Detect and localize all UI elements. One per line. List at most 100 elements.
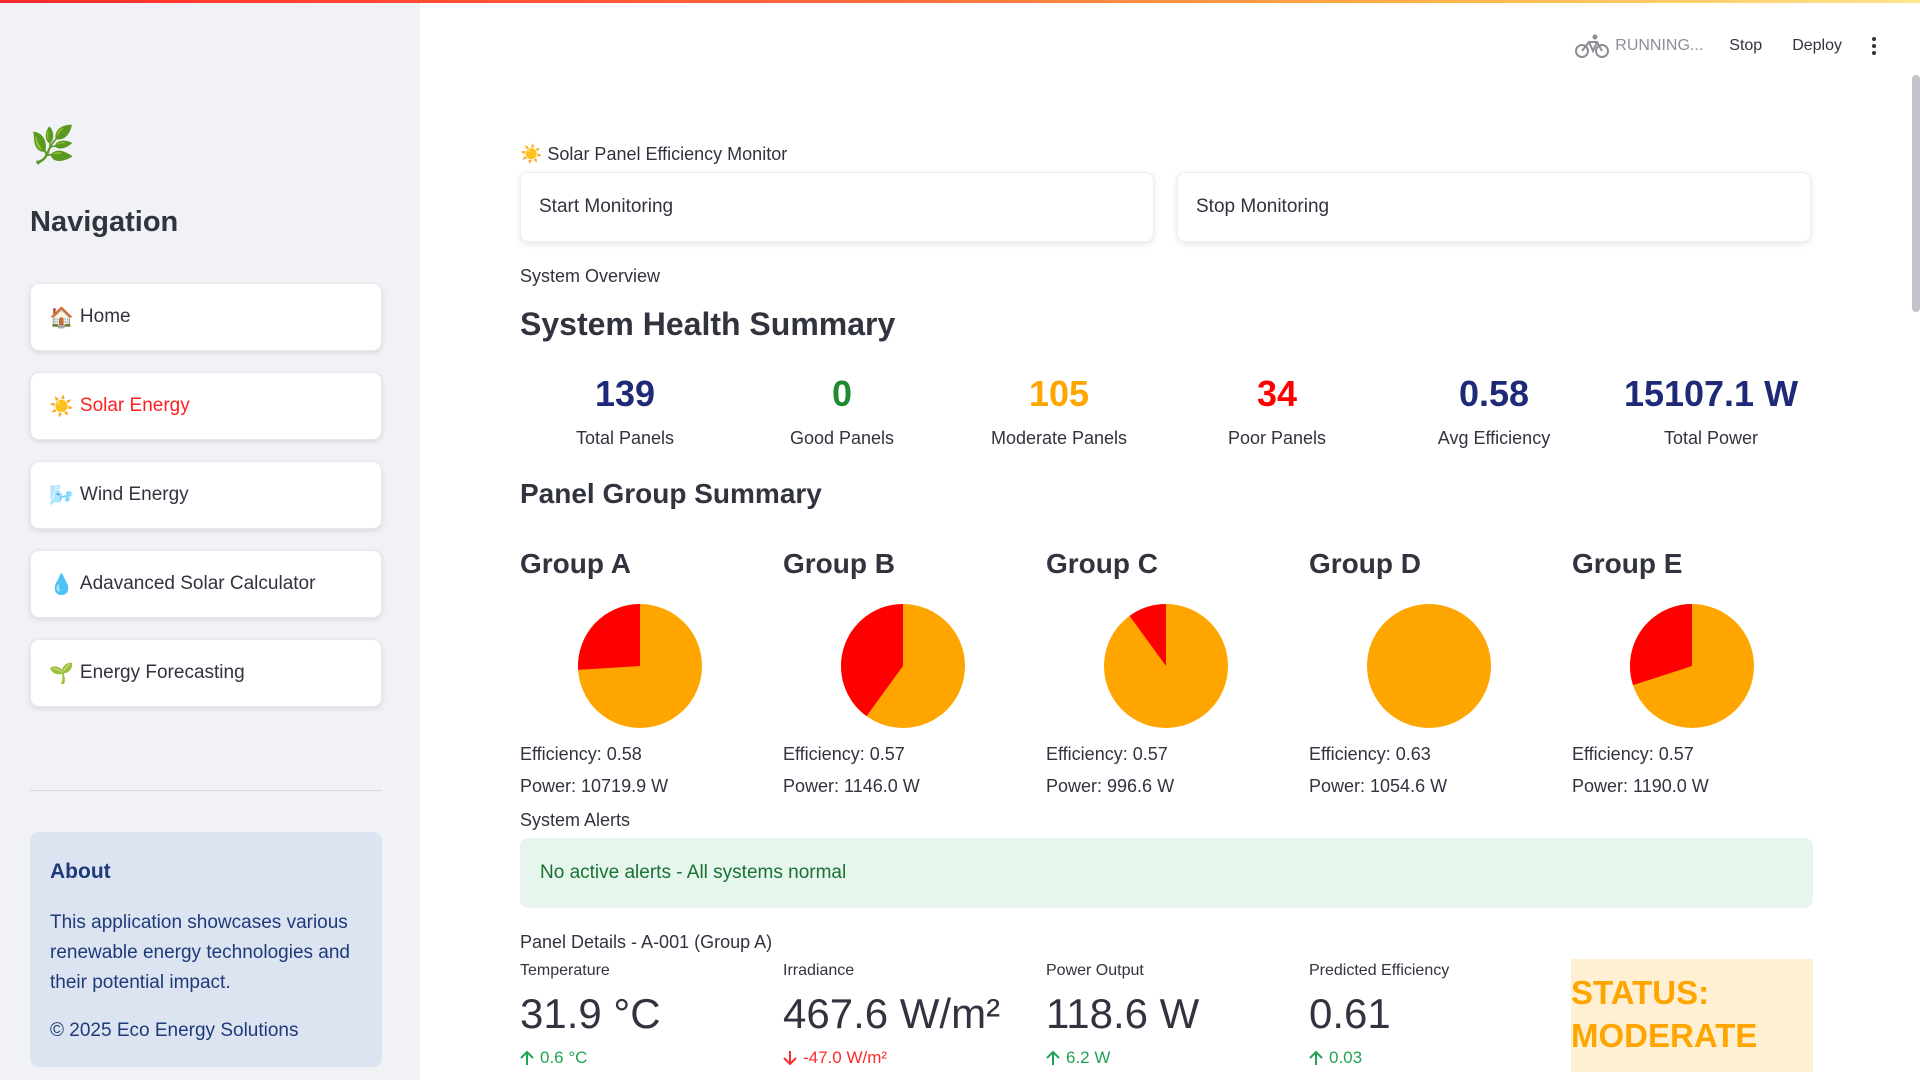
group-card-b: Group B Efficiency: 0.57 Power: 1146.0 W xyxy=(783,548,1045,796)
monitor-title: ☀️ Solar Panel Efficiency Monitor xyxy=(520,144,788,164)
group-c-pie-chart xyxy=(1104,604,1228,728)
nav-energy-forecasting-button[interactable]: 🌱 Energy Forecasting xyxy=(30,639,382,707)
group-power: Power: 996.6 W xyxy=(1046,776,1175,796)
system-overview-caption: System Overview xyxy=(520,266,661,286)
page-scrollbar[interactable] xyxy=(1912,75,1920,312)
metric-avg-efficiency: 0.58 Avg Efficiency xyxy=(1389,372,1599,449)
group-title: Group B xyxy=(783,548,895,579)
group-d-pie-chart xyxy=(1367,604,1491,728)
group-title: Group C xyxy=(1046,548,1158,579)
nav-solar-energy-button[interactable]: ☀️ Solar Energy xyxy=(30,372,382,440)
group-efficiency: Efficiency: 0.63 xyxy=(1309,744,1431,764)
home-icon: 🏠 xyxy=(49,306,74,329)
nav-wind-energy-button[interactable]: 🌬️ Wind Energy xyxy=(30,461,382,529)
arrow-down-icon xyxy=(783,1051,797,1066)
main-menu-icon[interactable] xyxy=(1872,37,1876,55)
detail-label: Temperature xyxy=(520,962,610,979)
nav-wind-energy-label: Wind Energy xyxy=(79,484,189,505)
seedling-icon: 🌱 xyxy=(49,662,74,685)
metric-label: Moderate Panels xyxy=(990,428,1128,448)
nav-home-label: Home xyxy=(79,306,131,327)
metric-label: Good Panels xyxy=(789,428,895,448)
status-label: STATUS: xyxy=(1571,974,1710,1011)
top-decoration-bar xyxy=(0,0,1920,3)
group-card-d: Group D Efficiency: 0.63 Power: 1054.6 W xyxy=(1309,548,1571,796)
detail-value: 31.9 °C xyxy=(520,990,661,1037)
metric-value: 15107.1 W xyxy=(1623,373,1799,414)
pie-slice-moderate xyxy=(1367,604,1491,728)
sidebar: 🌿 Navigation 🏠 Home ☀️ Solar Energy 🌬️ W… xyxy=(0,0,420,1080)
metric-poor-panels: 34 Poor Panels xyxy=(1172,372,1382,449)
detail-delta-value: 0.6 °C xyxy=(540,1048,588,1067)
group-title: Group D xyxy=(1309,548,1421,579)
nav-solar-energy-label: Solar Energy xyxy=(79,395,190,416)
detail-label: Predicted Efficiency xyxy=(1309,962,1450,979)
copyright-text: © 2025 Eco Energy Solutions xyxy=(50,1020,299,1041)
detail-label: Power Output xyxy=(1046,962,1144,979)
group-e-pie-chart xyxy=(1630,604,1754,728)
nav-solar-calculator-label: Adavanced Solar Calculator xyxy=(79,573,316,594)
detail-irradiance: Irradiance 467.6 W/m² -47.0 W/m² xyxy=(783,962,1045,1068)
group-efficiency: Efficiency: 0.57 xyxy=(1046,744,1168,764)
system-alerts-caption: System Alerts xyxy=(520,810,631,830)
droplet-icon: 💧 xyxy=(49,573,74,596)
metric-label: Total Power xyxy=(1663,428,1759,448)
sidebar-divider xyxy=(30,790,382,791)
health-metrics: 139 Total Panels 0 Good Panels 105 Moder… xyxy=(520,372,1813,462)
arrow-up-icon xyxy=(1309,1050,1323,1065)
metric-value: 34 xyxy=(1256,373,1298,414)
group-efficiency: Efficiency: 0.58 xyxy=(520,744,642,764)
status-value: MODERATE xyxy=(1571,1017,1758,1054)
leaf-logo-icon: 🌿 xyxy=(30,124,75,165)
pie-slice-poor xyxy=(578,604,640,670)
metric-value: 105 xyxy=(1028,373,1090,414)
group-card-a: Group A Efficiency: 0.58 Power: 10719.9 … xyxy=(520,548,782,796)
group-power: Power: 1190.0 W xyxy=(1572,776,1709,796)
detail-value: 118.6 W xyxy=(1046,990,1200,1037)
start-monitoring-button[interactable]: Start Monitoring xyxy=(520,172,1154,242)
metric-label: Total Panels xyxy=(575,428,675,448)
detail-delta: 0.6 °C xyxy=(520,1048,782,1068)
group-efficiency: Efficiency: 0.57 xyxy=(1572,744,1694,764)
group-title: Group E xyxy=(1572,548,1683,579)
nav-solar-calculator-button[interactable]: 💧 Adavanced Solar Calculator xyxy=(30,550,382,618)
sun-icon: ☀️ xyxy=(49,395,74,418)
alert-success-box: No active alerts - All systems normal xyxy=(520,838,1813,908)
arrow-up-icon xyxy=(1046,1050,1060,1065)
metric-value: 0.58 xyxy=(1458,373,1530,414)
arrow-up-icon xyxy=(520,1050,534,1065)
detail-power-output: Power Output 118.6 W 6.2 W xyxy=(1046,962,1308,1068)
detail-delta: 0.03 xyxy=(1309,1048,1571,1068)
panel-status-box: STATUS: MODERATE xyxy=(1571,959,1813,1072)
metric-label: Avg Efficiency xyxy=(1437,428,1551,448)
about-box: About This application showcases various… xyxy=(30,832,382,1067)
wind-icon: 🌬️ xyxy=(49,484,74,507)
panel-group-summary-title: Panel Group Summary xyxy=(520,478,822,509)
metric-value: 0 xyxy=(831,373,853,414)
detail-delta-value: 0.03 xyxy=(1329,1048,1363,1067)
group-a-pie-chart xyxy=(578,604,702,728)
panel-details-caption: Panel Details - A-001 (Group A) xyxy=(520,932,773,952)
group-power: Power: 1146.0 W xyxy=(783,776,920,796)
about-title: About xyxy=(50,860,111,883)
group-card-e: Group E Efficiency: 0.57 Power: 1190.0 W xyxy=(1572,548,1834,796)
system-health-title: System Health Summary xyxy=(520,306,896,342)
metric-label: Poor Panels xyxy=(1227,428,1327,448)
detail-label: Irradiance xyxy=(783,962,855,979)
navigation-title: Navigation xyxy=(30,206,179,238)
group-efficiency: Efficiency: 0.57 xyxy=(783,744,905,764)
group-b-pie-chart xyxy=(841,604,965,728)
detail-value: 0.61 xyxy=(1309,990,1391,1037)
detail-delta: 6.2 W xyxy=(1046,1048,1308,1068)
detail-delta: -47.0 W/m² xyxy=(783,1048,1045,1068)
nav-energy-forecasting-label: Energy Forecasting xyxy=(79,662,245,683)
detail-delta-value: 6.2 W xyxy=(1066,1048,1111,1067)
stop-monitoring-button[interactable]: Stop Monitoring xyxy=(1177,172,1811,242)
group-title: Group A xyxy=(520,548,631,579)
nav-home-button[interactable]: 🏠 Home xyxy=(30,283,382,351)
main-content: ☀️ Solar Panel Efficiency Monitor Start … xyxy=(520,0,1813,1080)
metric-total-power: 15107.1 W Total Power xyxy=(1606,372,1816,449)
metric-total-panels: 139 Total Panels xyxy=(520,372,730,449)
detail-delta-value: -47.0 W/m² xyxy=(803,1048,888,1067)
group-power: Power: 1054.6 W xyxy=(1309,776,1448,796)
